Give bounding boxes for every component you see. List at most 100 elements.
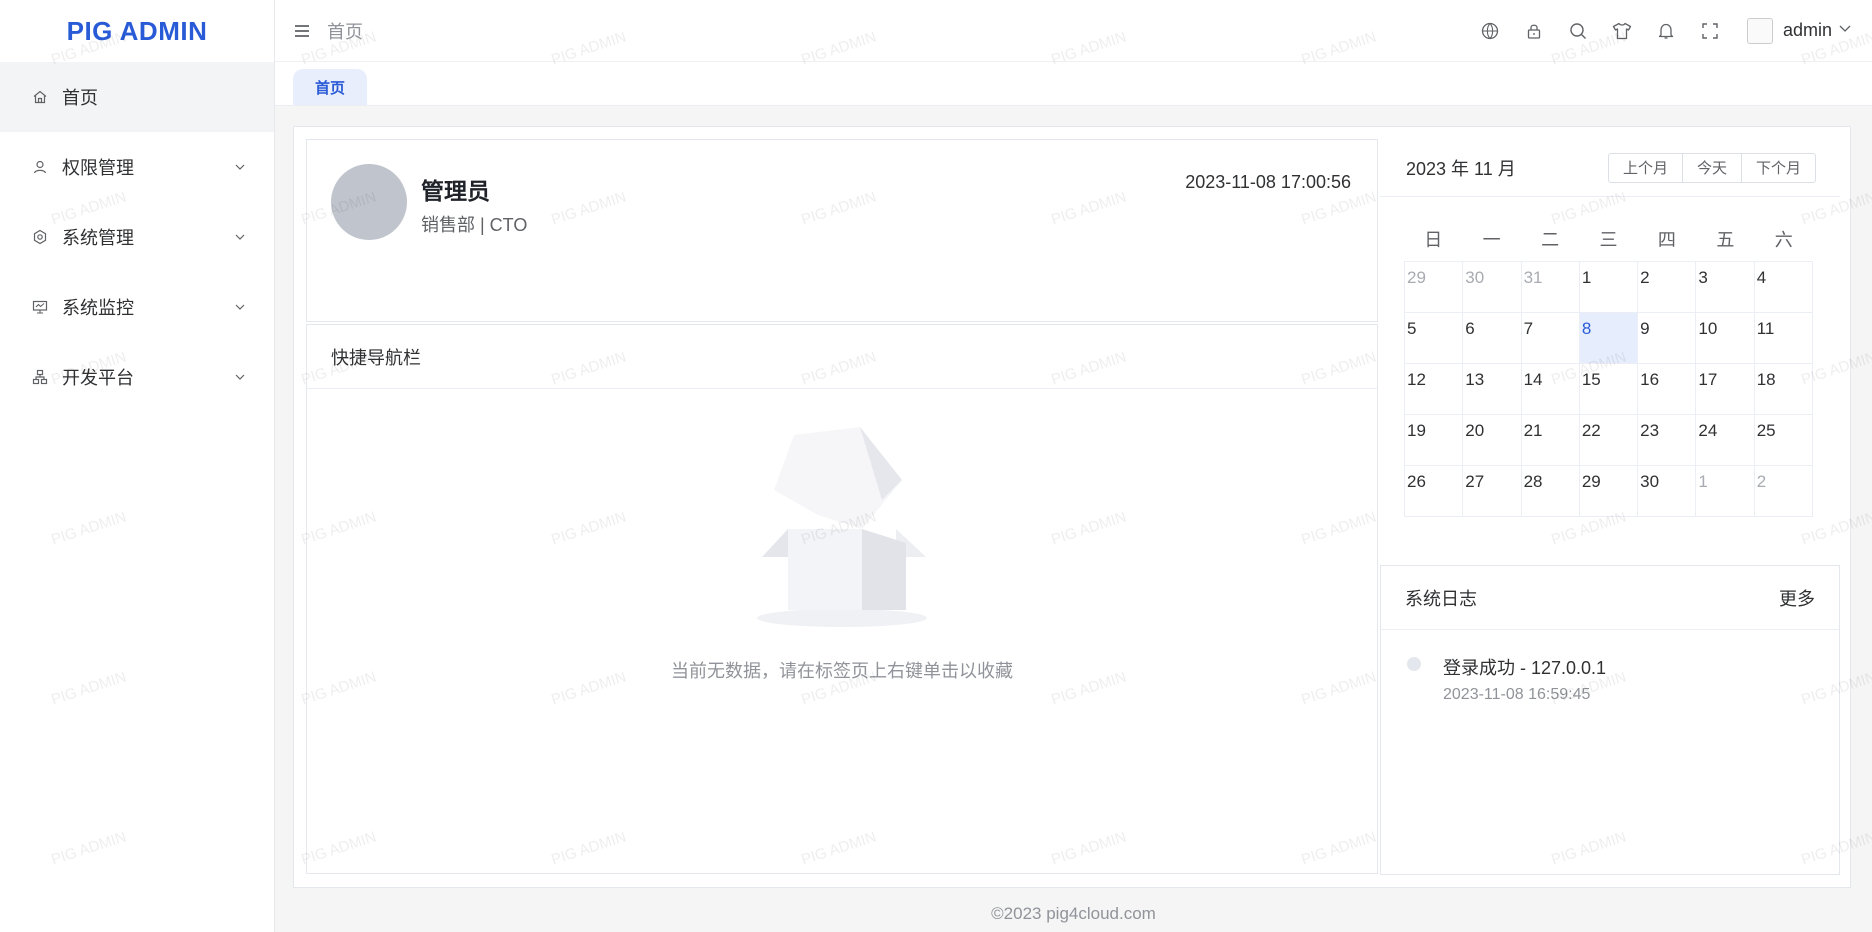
profile-name: 管理员 <box>421 178 490 204</box>
globe-icon[interactable] <box>1479 20 1501 42</box>
calendar-day[interactable]: 4 <box>1754 262 1813 313</box>
calendar-day[interactable]: 3 <box>1696 262 1755 313</box>
profile-card: 管理员 销售部 | CTO 2023-11-08 17:00:56 <box>306 139 1378 322</box>
calendar-day[interactable]: 14 <box>1521 364 1580 415</box>
calendar-day[interactable]: 15 <box>1579 364 1639 415</box>
calendar-day[interactable]: 10 <box>1696 313 1755 364</box>
calendar-day[interactable]: 23 <box>1638 415 1697 466</box>
calendar-day-today[interactable]: 8 <box>1579 313 1639 364</box>
calendar-weekdays: 日一二三四五六 <box>1404 219 1813 261</box>
sidebar-item-devplatform[interactable]: 开发平台 <box>0 342 274 412</box>
avatar[interactable] <box>1746 17 1773 44</box>
calendar-day[interactable]: 2 <box>1754 466 1813 517</box>
timeline-dot <box>1407 657 1421 671</box>
sitemap-icon <box>32 369 48 385</box>
quick-nav-title: 快捷导航栏 <box>307 325 1377 389</box>
calendar-day[interactable]: 11 <box>1754 313 1813 364</box>
sidebar-item-system[interactable]: 系统管理 <box>0 202 274 272</box>
calendar-day[interactable]: 20 <box>1463 415 1522 466</box>
bell-icon[interactable] <box>1655 20 1677 42</box>
app-logo[interactable]: PIG ADMIN <box>0 0 274 62</box>
breadcrumb[interactable]: 首页 <box>327 18 363 44</box>
sidebar-item-label: 权限管理 <box>62 158 134 178</box>
calendar-weekday: 五 <box>1716 230 1735 250</box>
calendar-day[interactable]: 5 <box>1405 313 1464 364</box>
calendar-day[interactable]: 13 <box>1463 364 1522 415</box>
settings-icon <box>32 229 48 245</box>
calendar-day[interactable]: 29 <box>1579 466 1639 517</box>
calendar-day[interactable]: 21 <box>1521 415 1580 466</box>
prev-month-button[interactable]: 上个月 <box>1607 152 1683 183</box>
theme-icon[interactable] <box>1611 20 1633 42</box>
home-icon <box>32 89 48 105</box>
fullscreen-icon[interactable] <box>1699 20 1721 42</box>
user-icon <box>32 159 48 175</box>
monitor-icon <box>32 299 48 315</box>
empty-state: 当前无数据，请在标签页上右键单击以收藏 <box>307 425 1377 683</box>
avatar[interactable] <box>331 164 407 240</box>
tabs-bar: 首页 <box>275 62 1872 106</box>
calendar-day[interactable]: 1 <box>1696 466 1755 517</box>
calendar-day[interactable]: 22 <box>1579 415 1639 466</box>
calendar-day[interactable]: 12 <box>1405 364 1464 415</box>
calendar-weekday: 日 <box>1424 230 1443 250</box>
calendar-day[interactable]: 29 <box>1405 262 1464 313</box>
calendar-day[interactable]: 1 <box>1579 262 1639 313</box>
quick-nav-card: 快捷导航栏 当前无数据，请在标签页上右键单击以收藏 <box>306 324 1378 874</box>
calendar-title: 2023 年 11 月 <box>1406 158 1516 179</box>
calendar-days: 29 30 31 1 2 3 4 5 6 7 8 9 10 11 12 13 14 15 16 17 18 19 20 21 2… <box>1404 261 1813 517</box>
calendar-day[interactable]: 6 <box>1463 313 1522 364</box>
menu-toggle-icon[interactable] <box>293 21 313 41</box>
calendar-day[interactable]: 2 <box>1638 262 1697 313</box>
calendar-grid: 日一二三四五六 29 30 31 1 2 3 4 5 6 7 8 9 10 11 12 13 14 15 16 17 1… <box>1404 219 1813 517</box>
calendar-header: 2023 年 11 月 上个月 今天 下个月 <box>1380 139 1840 197</box>
calendar-day[interactable]: 7 <box>1521 313 1580 364</box>
empty-box-icon <box>757 427 927 627</box>
current-time: 2023-11-08 17:00:56 <box>1185 172 1351 192</box>
calendar-weekday: 一 <box>1482 230 1501 250</box>
dashboard-content: 管理员 销售部 | CTO 2023-11-08 17:00:56 快捷导航栏 <box>293 126 1851 888</box>
calendar-day[interactable]: 24 <box>1696 415 1755 466</box>
profile-department: 销售部 | CTO <box>421 215 528 235</box>
chevron-down-icon[interactable] <box>1838 21 1852 40</box>
calendar-day[interactable]: 30 <box>1638 466 1697 517</box>
calendar-day[interactable]: 28 <box>1521 466 1580 517</box>
calendar-day[interactable]: 26 <box>1405 466 1464 517</box>
calendar-day[interactable]: 9 <box>1638 313 1697 364</box>
calendar-card: 2023 年 11 月 上个月 今天 下个月 日一二三四五六 29 30 31 1 2 3… <box>1380 139 1840 559</box>
sidebar-item-label: 系统监控 <box>62 298 134 318</box>
sidebar-item-monitor[interactable]: 系统监控 <box>0 272 274 342</box>
calendar-day[interactable]: 27 <box>1463 466 1522 517</box>
next-month-button[interactable]: 下个月 <box>1740 152 1816 183</box>
top-navbar: 首页 admin <box>275 0 1872 62</box>
username[interactable]: admin <box>1783 20 1832 41</box>
tab-home[interactable]: 首页 <box>293 69 368 105</box>
system-log-title: 系统日志 <box>1405 588 1477 609</box>
more-link[interactable]: 更多 <box>1779 585 1815 611</box>
user-menu[interactable]: admin <box>1746 17 1852 44</box>
calendar-day[interactable]: 16 <box>1638 364 1697 415</box>
calendar-day[interactable]: 18 <box>1754 364 1813 415</box>
calendar-day[interactable]: 31 <box>1521 262 1580 313</box>
calendar-day[interactable]: 19 <box>1405 415 1464 466</box>
chevron-down-icon <box>234 161 246 173</box>
chevron-down-icon <box>234 301 246 313</box>
search-icon[interactable] <box>1567 20 1589 42</box>
sidebar-item-label: 开发平台 <box>62 368 134 388</box>
footer: ©2023 pig4cloud.com <box>991 904 1156 923</box>
lock-icon[interactable] <box>1523 20 1545 42</box>
calendar-nav: 上个月 今天 下个月 <box>1607 152 1816 183</box>
sidebar-item-home[interactable]: 首页 <box>0 62 274 132</box>
system-log-header: 系统日志 更多 <box>1381 566 1839 630</box>
calendar-day[interactable]: 17 <box>1696 364 1755 415</box>
calendar-weekday: 三 <box>1599 230 1618 250</box>
calendar-day[interactable]: 30 <box>1463 262 1522 313</box>
calendar-weekday: 四 <box>1657 230 1676 250</box>
today-button[interactable]: 今天 <box>1681 152 1742 183</box>
log-text: 登录成功 - 127.0.0.1 <box>1443 658 1607 678</box>
sidebar-item-label: 首页 <box>62 88 98 108</box>
sidebar-item-permissions[interactable]: 权限管理 <box>0 132 274 202</box>
main-area: 首页 admin 首页 管理员 销售部 | CTO 2023-11-08 17:… <box>275 0 1872 932</box>
calendar-day[interactable]: 25 <box>1754 415 1813 466</box>
app-root: PIG ADMIN 首页 权限管理 系统管理 系统监控 开发平台 首页 admi… <box>0 0 1872 932</box>
